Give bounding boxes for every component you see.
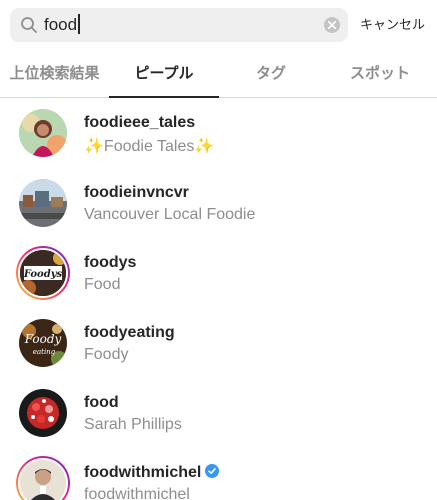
result-username: food [84, 394, 119, 411]
avatar: Foodys [16, 246, 70, 300]
verified-badge-icon [205, 464, 220, 478]
list-item[interactable]: Foody eating foodyeating Foody [0, 309, 437, 379]
avatar: Foody eating [16, 316, 70, 370]
result-subtitle: Foody [84, 346, 129, 363]
list-item[interactable]: foodieee_tales ✨Foodie Tales✨ [0, 99, 437, 169]
avatar [16, 176, 70, 230]
avatar [16, 386, 70, 440]
tab-places[interactable]: スポット [323, 52, 437, 98]
list-item[interactable]: food Sarah Phillips [0, 379, 437, 449]
result-username: foodieee_tales [84, 114, 196, 131]
result-username: foodys [84, 254, 137, 271]
search-bar[interactable]: food [10, 8, 348, 42]
text-caret [78, 14, 80, 34]
result-username-row: foodwithmichel [84, 464, 220, 482]
list-item[interactable]: foodwithmichel foodwithmichel [0, 449, 437, 500]
list-item[interactable]: foodieinvncvr Vancouver Local Foodie [0, 169, 437, 239]
active-tab-indicator [109, 96, 219, 98]
result-subtitle: Food [84, 276, 121, 293]
foodys-logo-text: Foodys [23, 269, 63, 280]
search-input[interactable]: food [44, 8, 80, 42]
result-username: foodwithmichel [84, 464, 202, 481]
result-subtitle: Vancouver Local Foodie [84, 206, 256, 223]
clear-icon[interactable] [324, 17, 340, 33]
avatar [16, 106, 70, 160]
eating-logo-text: eating [33, 348, 56, 356]
search-tabs: 上位検索結果 ピープル タグ スポット [0, 52, 437, 98]
cancel-button[interactable]: キャンセル [360, 8, 425, 42]
avatar [16, 456, 70, 500]
tab-people[interactable]: ピープル [109, 52, 219, 98]
result-subtitle: ✨Foodie Tales✨ [84, 138, 215, 155]
result-subtitle: Sarah Phillips [84, 416, 182, 433]
result-subtitle: foodwithmichel [84, 486, 190, 500]
tab-top[interactable]: 上位検索結果 [0, 52, 109, 98]
search-input-value: food [44, 15, 78, 34]
search-icon [20, 16, 38, 34]
tab-tags[interactable]: タグ [219, 52, 323, 98]
foody-logo-text: Foody [24, 332, 62, 346]
list-item[interactable]: Foodys foodys Food [0, 239, 437, 309]
result-username: foodieinvncvr [84, 184, 189, 201]
result-username: foodyeating [84, 324, 175, 341]
